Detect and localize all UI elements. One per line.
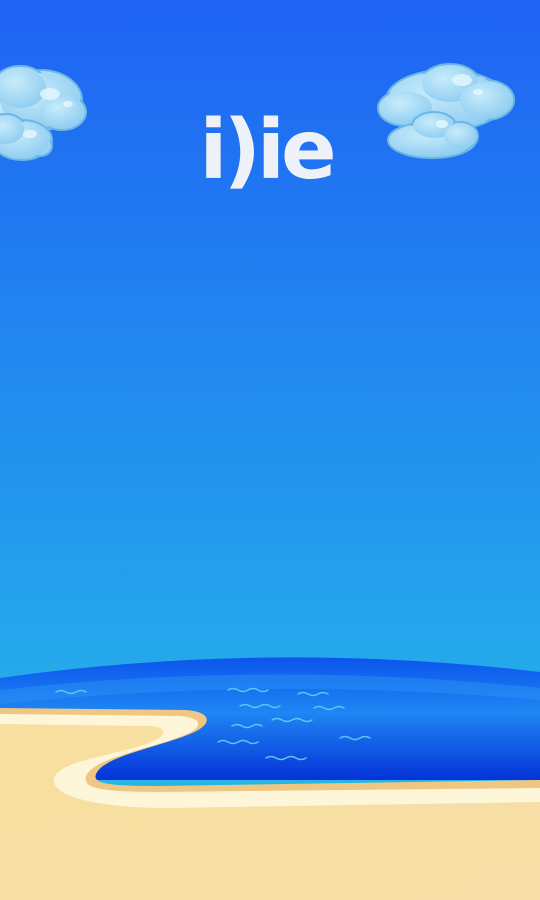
scene-canvas: i)ie bbox=[0, 0, 540, 900]
game-title-screen: i)ie bbox=[0, 0, 540, 900]
game-logo: i)ie bbox=[199, 103, 337, 198]
logo-text: i)ie bbox=[199, 103, 333, 198]
